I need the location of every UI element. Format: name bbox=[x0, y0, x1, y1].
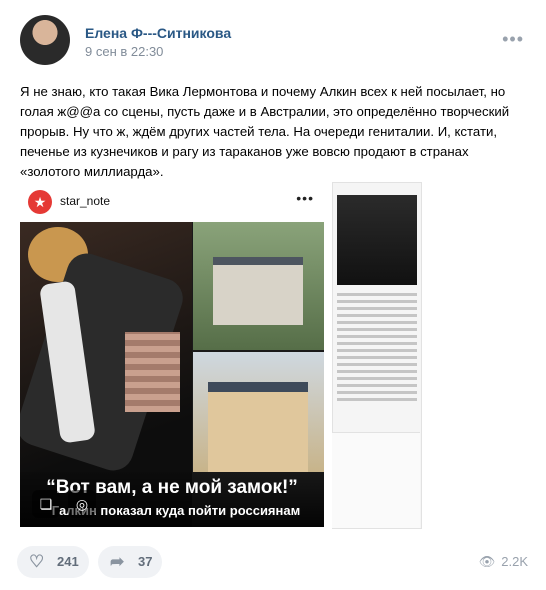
caption-main: “Вот вам, а не мой замок!” bbox=[46, 477, 298, 498]
author-avatar[interactable] bbox=[20, 15, 70, 65]
embedded-header: ★ star_note ••• bbox=[20, 182, 324, 222]
embedded-post-image[interactable]: ★ star_note ••• “Вот вам, а не мой замок… bbox=[20, 182, 324, 527]
secondary-text-lines bbox=[337, 293, 417, 405]
bookmark-icon[interactable]: ❏ bbox=[32, 490, 60, 518]
views-count: 2.2K bbox=[501, 554, 528, 569]
castle-photo-top bbox=[193, 222, 324, 350]
star-note-logo: ★ bbox=[28, 190, 52, 214]
collage-photo: “Вот вам, а не мой замок!” Галкин показа… bbox=[20, 222, 324, 527]
comments-screenshot[interactable] bbox=[332, 432, 420, 528]
share-icon: ➦ bbox=[110, 552, 125, 571]
image-caption: “Вот вам, а не мой замок!” Галкин показа… bbox=[20, 472, 324, 527]
views-counter: 👁 2.2K bbox=[479, 554, 528, 570]
eye-icon: 👁 bbox=[478, 554, 496, 569]
post-date[interactable]: 9 сен в 22:30 bbox=[85, 44, 163, 59]
castle-building bbox=[213, 257, 303, 325]
censor-blur bbox=[125, 332, 180, 412]
more-horizontal-icon[interactable]: ••• bbox=[502, 30, 524, 48]
castle-photo-bottom bbox=[193, 352, 324, 472]
embedded-handle: star_note bbox=[60, 194, 111, 208]
share-button[interactable]: ➦ 37 bbox=[98, 546, 162, 578]
author-name[interactable]: Елена Ф---Ситникова bbox=[85, 25, 231, 41]
heart-icon: ♡ bbox=[29, 552, 45, 571]
post-footer: ♡ 241 ➦ 37 👁 2.2K bbox=[0, 540, 546, 590]
like-button[interactable]: ♡ 241 bbox=[17, 546, 89, 578]
lens-icon[interactable]: ◎ bbox=[68, 490, 96, 518]
like-count: 241 bbox=[57, 554, 79, 569]
embedded-menu-icon: ••• bbox=[296, 190, 314, 206]
post-text: Я не знаю, кто такая Вика Лермонтова и п… bbox=[20, 84, 510, 179]
castle-building bbox=[208, 382, 308, 472]
post-media[interactable]: ★ star_note ••• “Вот вам, а не мой замок… bbox=[20, 182, 422, 529]
share-count: 37 bbox=[138, 554, 153, 569]
secondary-thumbnail bbox=[337, 195, 417, 285]
post-card: Елена Ф---Ситникова 9 сен в 22:30 ••• Я … bbox=[0, 0, 546, 590]
